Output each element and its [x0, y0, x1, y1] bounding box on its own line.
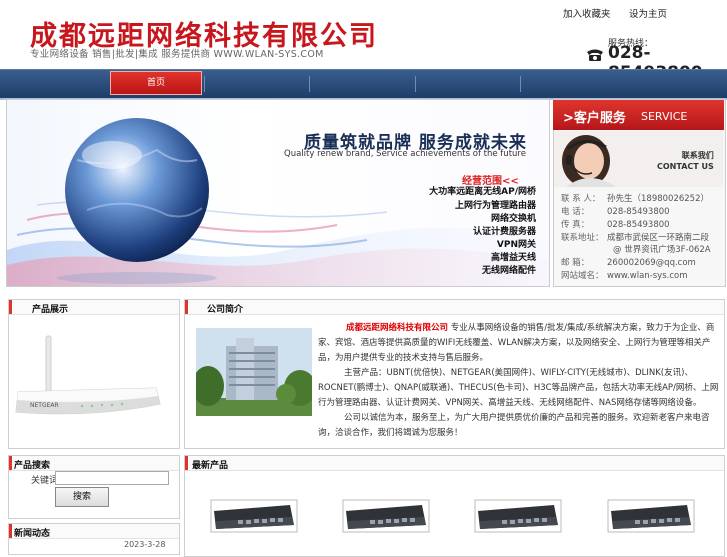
product-thumbnail[interactable]	[210, 499, 298, 533]
box-accent	[185, 456, 188, 470]
main-nav: 首页	[0, 69, 727, 100]
box-accent	[185, 300, 188, 314]
phone-value: 028-85493800	[607, 207, 670, 217]
contact-us-en: CONTACT US	[657, 162, 714, 171]
box-accent	[9, 524, 12, 538]
contact-us-cn: 联系我们	[681, 151, 714, 160]
about-paragraph-3: 公司以诚信为本，服务至上，为广大用户提供质优价廉的产品和完善的服务。欢迎新老客户…	[318, 413, 710, 438]
scope-item: 认证计费服务器	[472, 227, 536, 237]
service-title: >客户服务	[563, 111, 626, 126]
latest-products-title: 最新产品	[192, 461, 229, 471]
scope-item: 高增益天线	[490, 253, 536, 263]
telephone-icon	[587, 49, 603, 61]
about-paragraph-1: 成都远距网络科技有限公司 专业从事网络设备的销售/批发/集成/系统解决方案，致力…	[318, 321, 720, 366]
address-row: 联系地址： 成都市武侯区一环路南二段	[561, 231, 709, 243]
website-row: 网站域名： www.wlan-sys.com	[561, 269, 688, 281]
about-text: 成都远距网络科技有限公司 专业从事网络设备的销售/批发/集成/系统解决方案，致力…	[318, 321, 720, 441]
fax-row: 传 真： 028-85493800	[561, 218, 670, 230]
email-value[interactable]: 260002069@qq.com	[607, 258, 696, 268]
address-value-2: @ 世界资讯广场3F-062A	[613, 245, 711, 255]
contact-person-value: 孙先生（18980026252）	[607, 194, 709, 204]
contact-us-label: 联系我们 CONTACT US	[657, 150, 714, 172]
product-showcase-title: 产品展示	[32, 305, 69, 315]
nav-divider	[415, 76, 416, 92]
product-thumbnail[interactable]	[474, 499, 562, 533]
router-product-image[interactable]: NETGEAR	[12, 334, 162, 420]
box-accent	[9, 456, 12, 470]
scope-item: 大功率远距离无线AP/网桥	[429, 187, 536, 197]
phone-label: 电 话：	[561, 207, 590, 217]
address-value: 成都市武侯区一环路南二段	[607, 233, 710, 243]
search-button[interactable]: 搜索	[55, 487, 109, 507]
company-building-photo	[196, 328, 312, 416]
email-row: 邮 箱： 260002069@qq.com	[561, 256, 696, 268]
nav-divider	[309, 76, 310, 92]
nav-item-home[interactable]: 首页	[110, 71, 202, 95]
box-header	[185, 300, 724, 315]
scope-item: VPN网关	[496, 240, 536, 250]
fax-value: 028-85493800	[607, 220, 670, 230]
contact-person-row: 联 系 人： 孙先生（18980026252）	[561, 192, 709, 204]
scope-item: 上网行为管理路由器	[454, 201, 536, 211]
nav-item-2[interactable]	[206, 73, 306, 93]
phone-row: 电 话： 028-85493800	[561, 205, 670, 217]
search-input[interactable]	[55, 471, 169, 485]
product-search-title: 产品搜索	[14, 461, 51, 471]
contact-person-label: 联 系 人：	[561, 194, 601, 204]
nav-divider	[204, 76, 205, 92]
address-label: 联系地址：	[561, 233, 604, 243]
product-thumbnail[interactable]	[607, 499, 695, 533]
nav-item-4[interactable]	[417, 73, 517, 93]
nav-divider	[520, 76, 521, 92]
search-keyword-label: 关键词	[31, 476, 59, 486]
company-tagline: 专业网络设备 销售|批发|集成 服务提供商 WWW.WLAN-SYS.COM	[30, 49, 324, 60]
company-highlight: 成都远距网络科技有限公司	[346, 323, 449, 333]
about-title: 公司简介	[207, 305, 244, 315]
banner-subtitle: Quality renew brand, Service achievement…	[284, 149, 526, 159]
product-thumbnail[interactable]	[342, 499, 430, 533]
fax-label: 传 真：	[561, 220, 590, 230]
service-title-en: SERVICE	[641, 110, 688, 123]
box-header	[185, 456, 724, 471]
news-title: 新闻动态	[14, 529, 51, 539]
website-value[interactable]: www.wlan-sys.com	[607, 271, 688, 281]
scope-item: 无线网络配件	[481, 266, 536, 276]
address-row-2: @ 世界资讯广场3F-062A	[613, 243, 711, 255]
svg-text:NETGEAR: NETGEAR	[30, 402, 59, 409]
nav-item-5[interactable]	[522, 73, 622, 93]
set-homepage-link[interactable]: 设为主页	[629, 6, 667, 20]
add-favorite-link[interactable]: 加入收藏夹	[563, 6, 611, 20]
about-paragraph-2: 主营产品：UBNT(优倍快)、NETGEAR(美国网件)、WIFLY-CITY(…	[318, 368, 719, 408]
website-label: 网站域名：	[561, 271, 604, 281]
box-accent	[9, 300, 12, 314]
scope-item: 网络交换机	[490, 214, 536, 224]
email-label: 邮 箱：	[561, 258, 590, 268]
nav-item-3[interactable]	[311, 73, 411, 93]
